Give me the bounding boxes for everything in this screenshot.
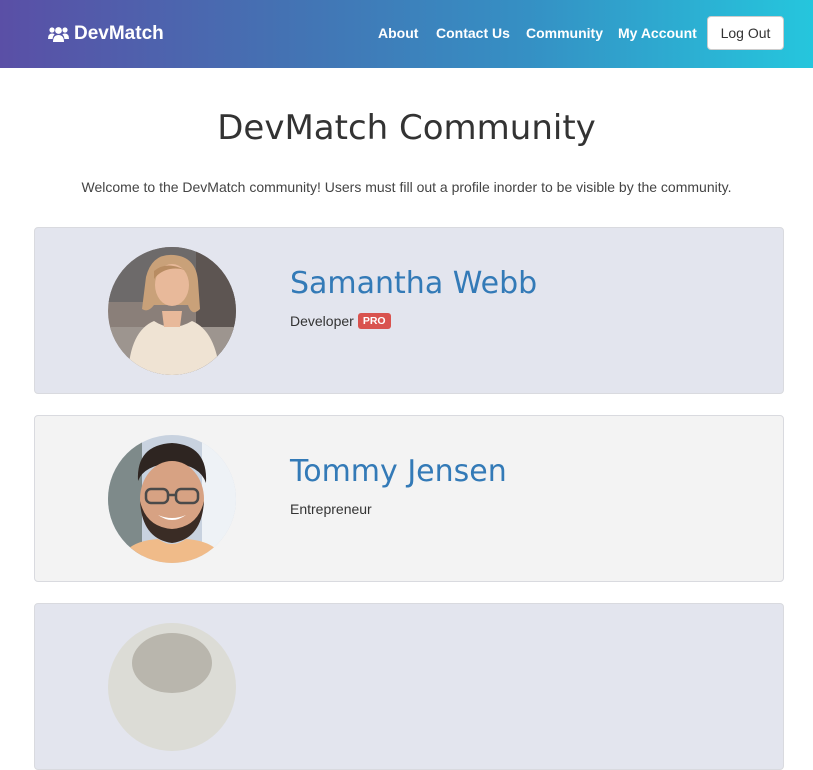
profile-role: Entrepreneur	[290, 500, 372, 518]
navbar: DevMatch About Contact Us Community My A…	[0, 0, 813, 68]
nav-links: About Contact Us Community My Account	[0, 0, 813, 68]
profile-name[interactable]: Tommy Jensen	[290, 452, 507, 492]
avatar[interactable]	[108, 435, 236, 563]
pro-badge: PRO	[357, 313, 391, 329]
avatar[interactable]	[108, 247, 236, 375]
profile-role-label: Entrepreneur	[290, 501, 372, 517]
profile-name[interactable]: Samantha Webb	[290, 264, 537, 304]
profile-role: Developer PRO	[290, 312, 391, 330]
profile-card: Samantha Webb Developer PRO	[34, 227, 784, 394]
nav-link-contact-us[interactable]: Contact Us	[436, 24, 510, 42]
nav-link-community[interactable]: Community	[526, 24, 603, 42]
profile-card	[34, 603, 784, 770]
intro-text: Welcome to the DevMatch community! Users…	[81, 179, 732, 195]
avatar[interactable]	[108, 623, 236, 751]
nav-link-my-account[interactable]: My Account	[618, 24, 697, 42]
profile-card: Tommy Jensen Entrepreneur	[34, 415, 784, 582]
page-title: DevMatch Community	[217, 108, 596, 148]
profile-role-label: Developer	[290, 313, 354, 329]
nav-link-about[interactable]: About	[378, 24, 418, 42]
logout-button[interactable]: Log Out	[707, 16, 784, 50]
